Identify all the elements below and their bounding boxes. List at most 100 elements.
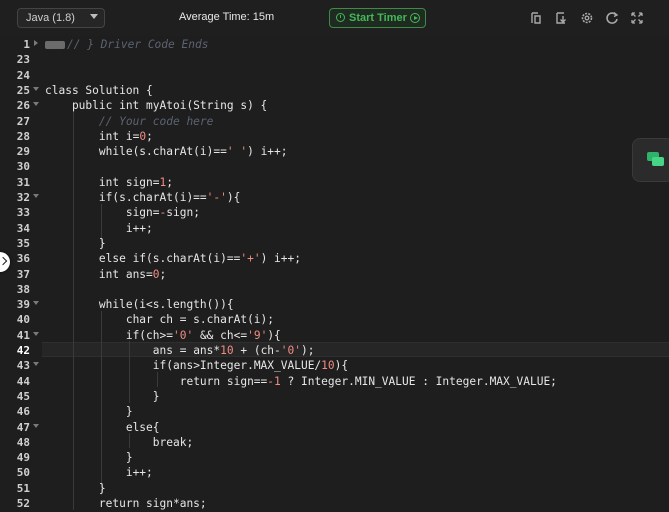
fold-collapse-icon[interactable] (33, 301, 39, 306)
code-line[interactable]: 43 if(ans>Integer.MAX_VALUE/10){ (0, 358, 669, 373)
code-line[interactable]: 34 i++; (0, 221, 669, 236)
code-text: if(s.charAt(i)=='-'){ (45, 190, 240, 205)
code-token: ' ' (226, 145, 248, 159)
code-token: -1 (267, 374, 281, 388)
line-number: 39 (16, 298, 30, 312)
line-number: 27 (16, 114, 30, 128)
code-token: + (ch- (233, 344, 281, 357)
code-line[interactable]: 24 (0, 68, 669, 83)
code-token: '9' (247, 328, 268, 342)
fold-collapse-icon[interactable] (33, 102, 39, 107)
fold-collapse-icon[interactable] (33, 331, 39, 336)
code-line[interactable]: 42 ans = ans*10 + (ch-'0'); (0, 343, 669, 358)
code-token: else{ (125, 420, 160, 434)
language-select[interactable]: Java (1.8) (17, 8, 105, 28)
line-number: 41 (16, 328, 30, 342)
code-text: return sign*ans; (45, 496, 207, 511)
code-line[interactable]: 48 break; (0, 435, 669, 450)
code-text: public int myAtoi(String s) { (45, 98, 267, 113)
code-line[interactable]: 51 } (0, 481, 669, 496)
code-token: sign= (125, 206, 160, 220)
code-line[interactable]: 49 } (0, 450, 669, 465)
code-line[interactable]: 41 if(ch>='0' && ch<='9'){ (0, 328, 669, 343)
code-token: int i= (98, 129, 140, 143)
fold-collapse-icon[interactable] (33, 362, 39, 367)
code-line[interactable]: 23 (0, 52, 669, 67)
code-text: else{ (45, 420, 160, 435)
code-line[interactable]: 37 int ans=0; (0, 267, 669, 282)
line-number: 26 (16, 99, 30, 113)
line-number: 44 (16, 374, 30, 388)
line-number: 46 (16, 405, 30, 419)
code-token: ; (159, 267, 167, 281)
line-number: 24 (16, 68, 30, 82)
code-line[interactable]: 28 int i=0; (0, 129, 669, 144)
code-token: 10 (321, 359, 335, 373)
line-number: 28 (16, 129, 30, 143)
code-line[interactable]: 27 // Your code here (0, 114, 669, 129)
code-token: } (152, 389, 160, 403)
code-line[interactable]: 32 if(s.charAt(i)=='-'){ (0, 190, 669, 205)
fold-collapse-icon[interactable] (33, 194, 39, 198)
code-token: '+' (240, 252, 261, 266)
code-line[interactable]: 26 public int myAtoi(String s) { (0, 98, 669, 113)
code-text: while(i<s.length()){ (45, 297, 234, 312)
code-line[interactable]: 44 return sign==-1 ? Integer.MIN_VALUE :… (0, 374, 669, 389)
download-icon[interactable] (555, 11, 569, 25)
code-token: 0 (152, 267, 160, 281)
code-line[interactable]: 35 } (0, 236, 669, 251)
code-text: } (45, 404, 133, 419)
code-text: int sign=1; (45, 175, 173, 190)
fold-collapse-icon[interactable] (33, 86, 39, 91)
code-text: if(ch>='0' && ch<='9'){ (45, 328, 281, 343)
code-line[interactable]: 50 i++; (0, 465, 669, 480)
code-token: ){ (334, 359, 349, 373)
code-line[interactable]: 25 class Solution { (0, 83, 669, 98)
fullscreen-icon[interactable] (630, 11, 644, 25)
code-line[interactable]: 38 (0, 282, 669, 297)
code-text: // } Driver Code Ends (45, 37, 208, 52)
line-number: 23 (16, 53, 30, 67)
code-line[interactable]: 52 return sign*ans; (0, 496, 669, 511)
reset-icon[interactable] (605, 11, 619, 25)
line-number: 35 (16, 236, 30, 250)
code-token: break; (152, 435, 194, 449)
code-line[interactable]: 39 while(i<s.length()){ (0, 297, 669, 312)
chevron-down-icon (90, 14, 98, 19)
code-line[interactable]: 29 while(s.charAt(i)==' ') i++; (0, 144, 669, 159)
code-token: if(ans>Integer.MAX_VALUE/ (152, 359, 322, 373)
layout-icon[interactable] (529, 11, 543, 25)
code-line[interactable]: 47 else{ (0, 420, 669, 435)
code-line[interactable]: 36 else if(s.charAt(i)=='+') i++; (0, 251, 669, 266)
code-token: sign; (166, 206, 200, 220)
line-number: 50 (16, 466, 30, 480)
fold-collapse-icon[interactable] (33, 423, 39, 428)
code-token: ans = ans* (152, 344, 221, 357)
code-line[interactable]: 45 } (0, 389, 669, 404)
fold-expand-icon[interactable] (34, 40, 38, 46)
line-number: 30 (16, 160, 30, 174)
code-line[interactable]: 1 // } Driver Code Ends (0, 37, 669, 52)
code-token: ; (166, 175, 174, 189)
chat-button[interactable] (632, 138, 669, 182)
line-number: 33 (16, 206, 30, 220)
code-line[interactable]: 30 (0, 159, 669, 174)
code-token: } (98, 481, 106, 495)
clock-icon (336, 13, 345, 22)
code-line[interactable]: 31 int sign=1; (0, 175, 669, 190)
line-number: 48 (16, 435, 30, 449)
start-timer-button[interactable]: Start Timer (329, 8, 426, 28)
code-editor[interactable]: 1 // } Driver Code Ends 23 24 25 class Soluti… (0, 36, 669, 512)
code-token: return sign*ans; (98, 497, 207, 510)
code-line[interactable]: 40 char ch = s.charAt(i); (0, 312, 669, 327)
code-line[interactable]: 46 } (0, 404, 669, 419)
code-line[interactable]: 33 sign=-sign; (0, 205, 669, 220)
code-text: // Your code here (45, 114, 214, 129)
code-text: int ans=0; (45, 267, 166, 282)
line-number: 34 (16, 221, 30, 235)
line-number: 32 (16, 191, 30, 204)
folded-code-marker[interactable] (45, 41, 65, 49)
code-text: } (45, 236, 106, 251)
line-number: 43 (16, 359, 30, 373)
settings-icon[interactable] (580, 11, 594, 25)
